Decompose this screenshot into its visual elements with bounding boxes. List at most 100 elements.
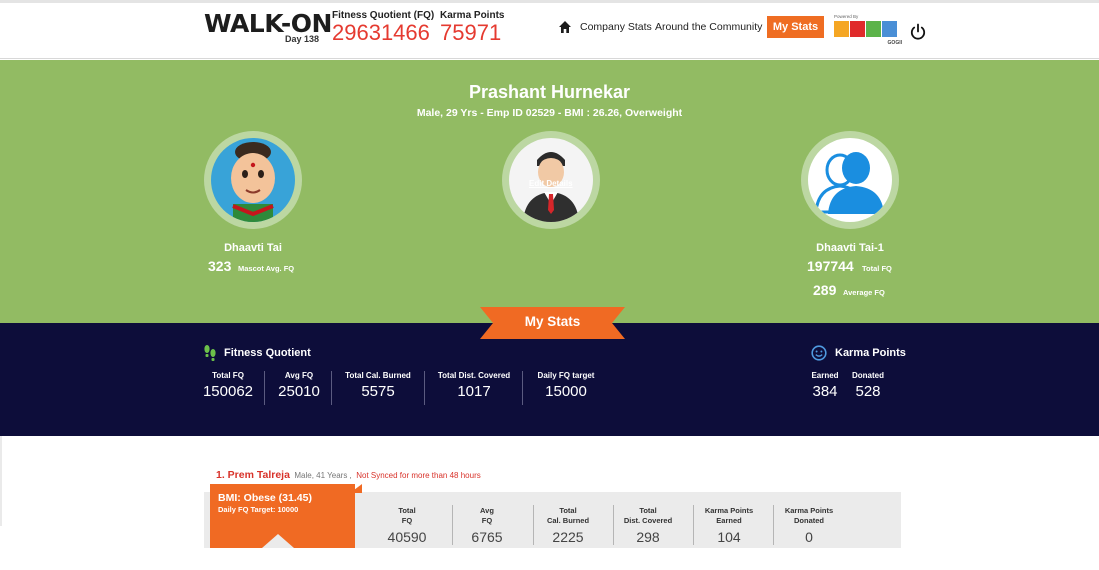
mascot-avg-value: 323 bbox=[208, 258, 232, 274]
team-total-value: 197744 bbox=[807, 258, 854, 274]
card-value: 104 bbox=[717, 529, 741, 545]
karma-face-icon bbox=[811, 345, 827, 361]
card-label: Earned bbox=[716, 516, 742, 525]
my-stats-ribbon-label: My Stats bbox=[524, 314, 581, 329]
stat-label: Avg FQ bbox=[284, 371, 314, 380]
stat-label: Total Dist. Covered bbox=[437, 371, 511, 380]
card-value: 40590 bbox=[387, 529, 427, 545]
bmi-notch bbox=[350, 484, 362, 493]
team-total-label: Total FQ bbox=[862, 264, 892, 273]
day-counter: Day 138 bbox=[285, 34, 320, 44]
stat-divider bbox=[331, 371, 332, 405]
stat-value: 384 bbox=[812, 383, 838, 400]
card-label: Cal. Burned bbox=[546, 516, 590, 525]
stat-total-cal: Total Cal. Burned 5575 bbox=[340, 371, 416, 400]
card-label: Avg bbox=[480, 506, 494, 515]
stat-value: 1017 bbox=[457, 383, 491, 400]
card-label: Total bbox=[639, 506, 657, 515]
header-karma-value: 75971 bbox=[440, 20, 502, 45]
fq-section-title: Fitness Quotient bbox=[224, 347, 311, 359]
card-value: 6765 bbox=[471, 529, 503, 545]
page: WALK-ON Day 138 Fitness Quotient (FQ) 29… bbox=[0, 0, 1099, 570]
mascot-name: Dhaavti Tai bbox=[224, 242, 282, 254]
bmi-pointer bbox=[262, 534, 294, 548]
nav-around-community[interactable]: Around the Community bbox=[655, 21, 762, 33]
nav-company-stats[interactable]: Company Stats bbox=[580, 21, 652, 33]
card-label: Total bbox=[398, 506, 416, 515]
stat-avg-fq: Avg FQ 25010 bbox=[272, 371, 326, 400]
member-total-cal: Total Cal. Burned 2225 bbox=[538, 506, 598, 545]
card-divider bbox=[773, 505, 774, 545]
card-divider bbox=[693, 505, 694, 545]
member-total-fq: Total FQ 40590 bbox=[380, 506, 434, 545]
card-label: FQ bbox=[481, 516, 493, 525]
stat-divider bbox=[264, 371, 265, 405]
member-name[interactable]: 1. Prem Talreja bbox=[216, 469, 290, 481]
team-avg-value: 289 bbox=[813, 282, 837, 298]
karma-section-title: Karma Points bbox=[835, 347, 906, 359]
power-icon[interactable] bbox=[909, 23, 927, 41]
member-meta: Male, 41 Years , bbox=[294, 471, 352, 480]
card-label: Donated bbox=[794, 516, 824, 525]
home-icon[interactable] bbox=[558, 20, 572, 34]
left-edge bbox=[0, 436, 2, 526]
stat-value: 15000 bbox=[545, 383, 587, 400]
stat-value: 5575 bbox=[361, 383, 395, 400]
card-label: FQ bbox=[401, 516, 413, 525]
member-title[interactable]: 1. Prem Talreja Male, 41 Years , Not Syn… bbox=[216, 465, 481, 483]
stat-total-dist: Total Dist. Covered 1017 bbox=[433, 371, 515, 400]
stat-label: Total Cal. Burned bbox=[345, 371, 411, 380]
profile-name: Prashant Hurnekar bbox=[468, 82, 631, 102]
mascot-avg-label: Mascot Avg. FQ bbox=[238, 264, 295, 273]
gogii-blocks bbox=[834, 21, 897, 37]
profile-subtitle: Male, 29 Yrs - Emp ID 02529 - BMI : 26.2… bbox=[416, 107, 683, 119]
mascot-avatar bbox=[204, 131, 302, 229]
team-name: Dhaavti Tai-1 bbox=[816, 242, 884, 254]
sync-warning: Not Synced for more than 48 hours bbox=[356, 471, 481, 480]
team-image bbox=[808, 138, 892, 222]
card-label: Karma Points bbox=[704, 506, 754, 515]
member-avg-fq: Avg FQ 6765 bbox=[460, 506, 514, 545]
edit-details-link[interactable]: Edit Details bbox=[529, 179, 573, 188]
card-value: 0 bbox=[805, 529, 813, 545]
footsteps-icon bbox=[204, 345, 216, 361]
header bbox=[0, 3, 1099, 59]
stat-value: 528 bbox=[855, 383, 881, 400]
stat-divider bbox=[522, 371, 523, 405]
card-value: 298 bbox=[636, 529, 660, 545]
stat-value: 25010 bbox=[278, 383, 320, 400]
card-label: Dist. Covered bbox=[623, 516, 673, 525]
karma-donated: Donated 528 bbox=[849, 371, 887, 400]
stat-daily-target: Daily FQ target 15000 bbox=[530, 371, 602, 400]
stat-total-fq: Total FQ 150062 bbox=[200, 371, 256, 400]
mascot-image bbox=[211, 138, 295, 222]
card-value: 2225 bbox=[552, 529, 584, 545]
stat-value: 150062 bbox=[202, 383, 254, 400]
stat-label: Daily FQ target bbox=[537, 371, 595, 380]
gogii-block-red bbox=[850, 21, 865, 37]
team-avatar bbox=[801, 131, 899, 229]
nav-my-stats-button[interactable]: My Stats bbox=[767, 16, 824, 38]
card-label: Karma Points bbox=[784, 506, 834, 515]
gogii-logo: Powered By GOGII bbox=[834, 14, 902, 46]
team-avg-label: Average FQ bbox=[843, 288, 885, 297]
card-divider bbox=[533, 505, 534, 545]
powered-by-label: Powered By bbox=[834, 14, 859, 19]
card-label: Total bbox=[559, 506, 577, 515]
stat-divider bbox=[424, 371, 425, 405]
stat-label: Donated bbox=[852, 371, 884, 380]
karma-earned: Earned 384 bbox=[809, 371, 841, 400]
stat-label: Earned bbox=[811, 371, 839, 380]
member-karma-earned: Karma Points Earned 104 bbox=[698, 506, 760, 545]
header-fq-value: 29631466 bbox=[332, 20, 430, 45]
card-divider bbox=[452, 505, 453, 545]
bmi-status: BMI: Obese (31.45) bbox=[218, 492, 312, 504]
stat-label: Total FQ bbox=[212, 371, 244, 380]
gogii-brand: GOGII bbox=[887, 40, 902, 46]
daily-fq-target: Daily FQ Target: 10000 bbox=[218, 505, 299, 514]
card-divider bbox=[613, 505, 614, 545]
member-total-dist: Total Dist. Covered 298 bbox=[616, 506, 680, 545]
gogii-block-blue bbox=[882, 21, 897, 37]
member-karma-donated: Karma Points Donated 0 bbox=[778, 506, 840, 545]
gogii-block-green bbox=[866, 21, 881, 37]
